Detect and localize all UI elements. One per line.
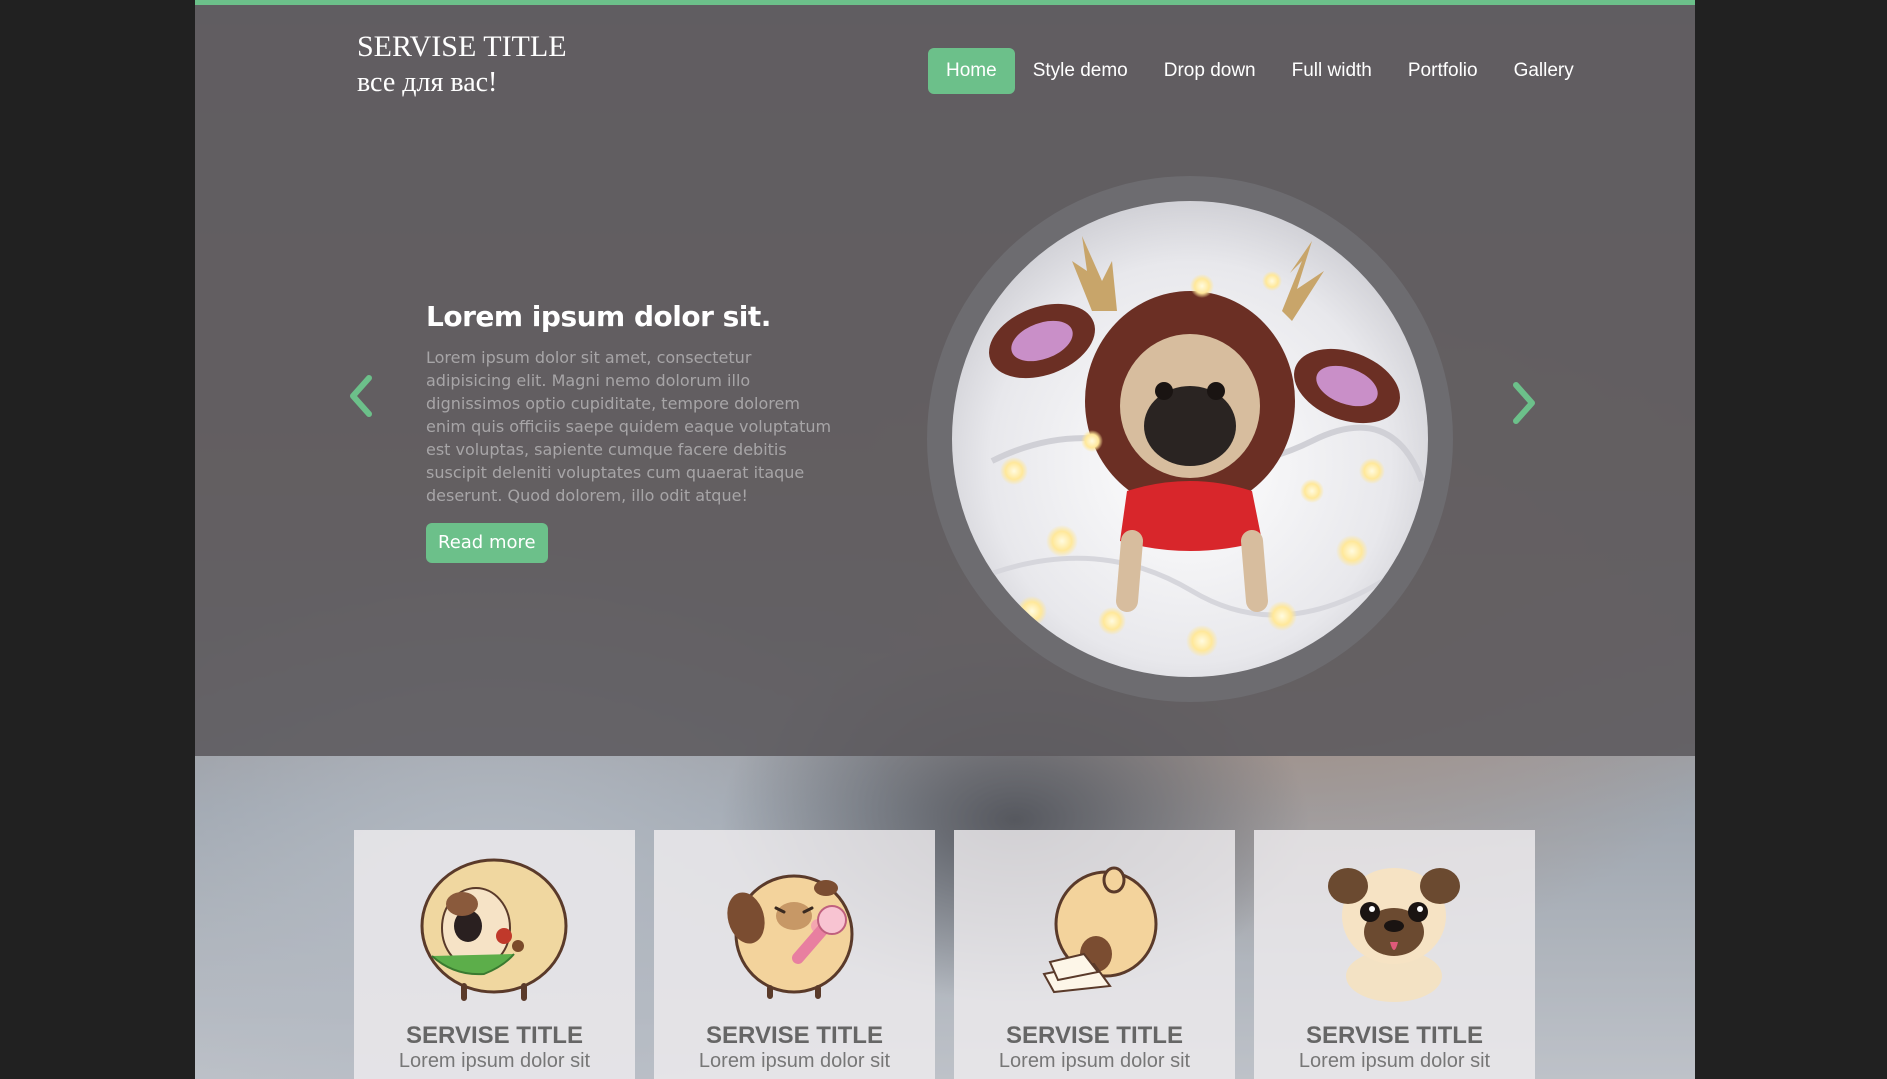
service-text: Lorem ipsum dolor sit: [398, 1050, 591, 1072]
service-card[interactable]: SERVISE TITLE Lorem ipsum dolor sit: [1254, 830, 1535, 1079]
site-title[interactable]: SERVISE TITLE: [357, 30, 567, 64]
nav-item-home[interactable]: Home: [928, 48, 1015, 94]
service-text: Lorem ipsum dolor sit: [698, 1050, 891, 1072]
page: SERVISE TITLE все для вас! Home Style de…: [195, 0, 1695, 1079]
pug-in-reindeer-hat-image: [952, 201, 1428, 677]
slider-prev-button[interactable]: [343, 366, 383, 426]
slide-text: Lorem ipsum dolor sit amet, consectetur …: [426, 348, 832, 505]
read-more-button[interactable]: Read more: [426, 523, 548, 563]
chevron-left-icon: [350, 375, 372, 417]
slide-title: Lorem ipsum dolor sit.: [426, 300, 771, 333]
slide-photo: [952, 201, 1428, 677]
site-subtitle: все для вас!: [357, 67, 498, 98]
service-title: SERVISE TITLE: [406, 1022, 583, 1049]
service-card[interactable]: SERVISE TITLE Lorem ipsum dolor sit: [954, 830, 1235, 1079]
pug-puppy-icon: [1328, 868, 1460, 1002]
service-card[interactable]: SERVISE TITLE Lorem ipsum dolor sit: [654, 830, 935, 1079]
pug-sitting-icon: [1042, 866, 1158, 994]
pug-burrito-icon: [420, 858, 568, 1001]
service-title: SERVISE TITLE: [1306, 1022, 1483, 1049]
nav-item-portfolio[interactable]: Portfolio: [1390, 48, 1496, 94]
service-card[interactable]: SERVISE TITLE Lorem ipsum dolor sit: [354, 830, 635, 1079]
nav-item-gallery[interactable]: Gallery: [1496, 48, 1592, 94]
slider-next-button[interactable]: [1502, 373, 1542, 433]
nav-item-style-demo[interactable]: Style demo: [1015, 48, 1146, 94]
service-title: SERVISE TITLE: [706, 1022, 883, 1049]
main-nav: Home Style demo Drop down Full width Por…: [928, 48, 1592, 94]
service-text: Lorem ipsum dolor sit: [1298, 1050, 1491, 1072]
nav-item-full-width[interactable]: Full width: [1274, 48, 1390, 94]
chevron-right-icon: [1513, 382, 1535, 424]
nav-item-drop-down[interactable]: Drop down: [1146, 48, 1274, 94]
pug-singing-icon: [727, 874, 854, 999]
service-title: SERVISE TITLE: [1006, 1022, 1183, 1049]
service-text: Lorem ipsum dolor sit: [998, 1050, 1191, 1072]
